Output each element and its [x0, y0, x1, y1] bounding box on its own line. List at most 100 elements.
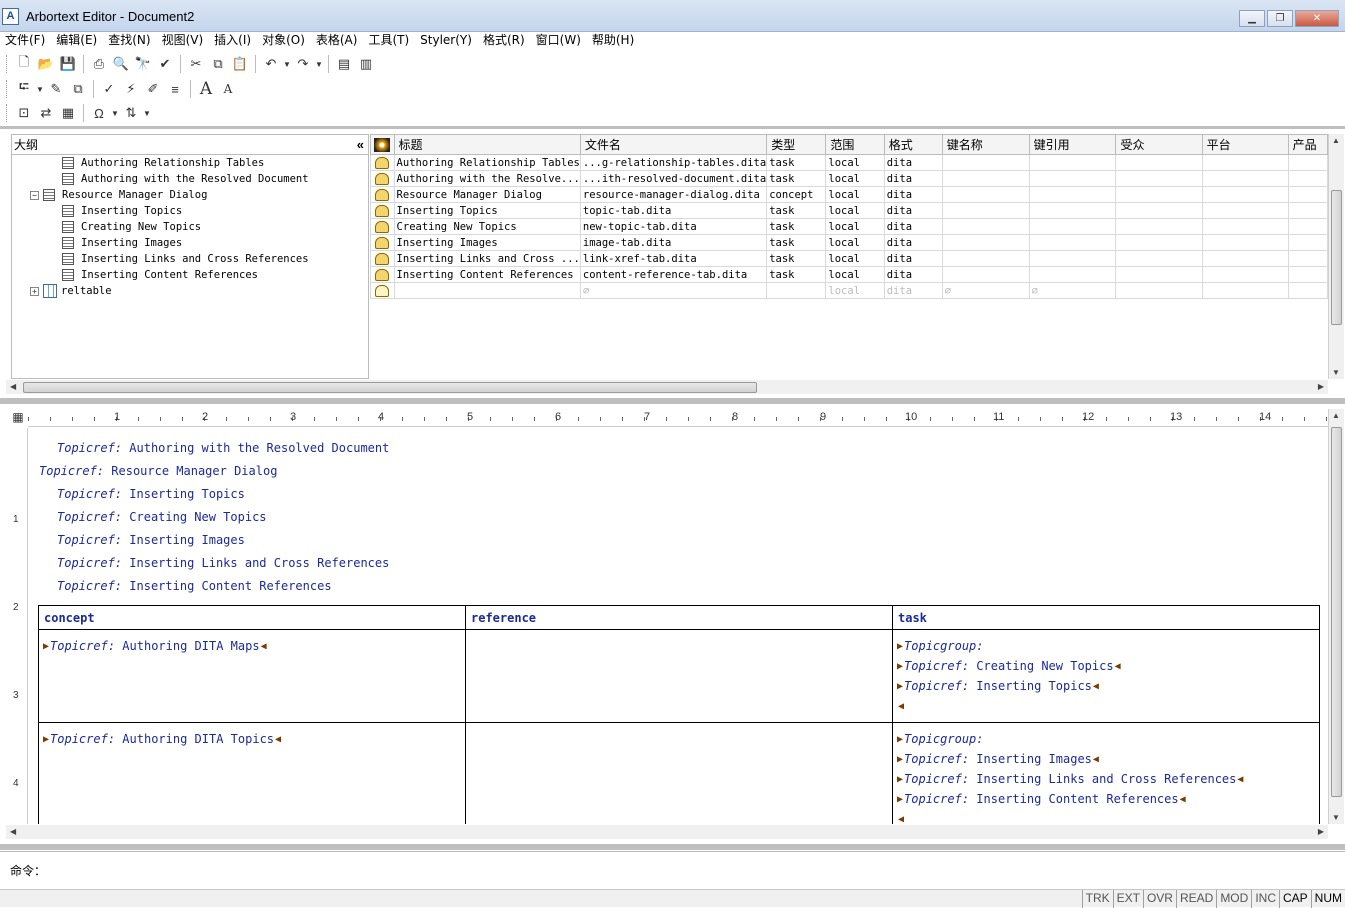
reltable-cell-task[interactable]: ▶ Topicgroup: ▶ Topicref: Creating New T… — [892, 629, 1320, 723]
modify-markup-icon[interactable]: ✎ — [45, 79, 67, 99]
reltable-header-task[interactable]: task — [892, 605, 1320, 630]
cell-filename[interactable]: ∅ — [579, 282, 768, 299]
column-header[interactable]: 平台 — [1201, 134, 1289, 155]
topicref-line[interactable]: Topicref: Inserting Links and Cross Refe… — [57, 556, 389, 570]
cell-scope[interactable]: local — [825, 266, 885, 283]
scrollbar-thumb[interactable] — [1331, 427, 1342, 797]
restore-button[interactable]: ❐ — [1267, 10, 1293, 27]
command-input[interactable] — [48, 858, 1328, 880]
save-icon[interactable]: 💾 — [57, 54, 79, 74]
close-button[interactable]: ✕ — [1295, 10, 1339, 27]
toolbar-grip[interactable] — [6, 80, 9, 98]
cell-keyname[interactable]: ∅ — [941, 282, 1030, 299]
scroll-left-icon[interactable]: ◀ — [10, 827, 16, 836]
cell-title[interactable]: Creating New Topics — [393, 218, 581, 235]
insert-table-icon[interactable]: ▦ — [57, 103, 79, 123]
cell-title[interactable] — [393, 282, 581, 299]
menu-object[interactable]: 对象(O) — [257, 32, 311, 51]
cell-keyref[interactable]: ∅ — [1028, 282, 1117, 299]
topicgroup-entry[interactable]: ▶ Topicgroup: — [897, 729, 1315, 749]
cell-audience[interactable] — [1115, 234, 1203, 251]
cell-keyref[interactable] — [1028, 186, 1117, 203]
cell-audience[interactable] — [1115, 266, 1203, 283]
cell-product[interactable] — [1287, 186, 1328, 203]
cell-keyname[interactable] — [941, 234, 1030, 251]
cell-audience[interactable] — [1115, 282, 1203, 299]
cell-filename[interactable]: resource-manager-dialog.dita — [579, 186, 768, 203]
table-row[interactable]: Inserting Images image-tab.dita task loc… — [370, 234, 1328, 251]
insert-graphic-icon[interactable]: ⊡ — [13, 103, 35, 123]
open-folder-icon[interactable]: 📂 — [35, 54, 57, 74]
cell-type[interactable]: task — [766, 266, 827, 283]
column-header[interactable]: 受众 — [1115, 134, 1203, 155]
menu-file[interactable]: 文件(F) — [0, 32, 51, 51]
editor-vertical-scrollbar[interactable]: ▲ ▼ — [1328, 409, 1344, 824]
menu-tools[interactable]: 工具(T) — [363, 32, 415, 51]
menu-window[interactable]: 窗口(W) — [531, 32, 587, 51]
tree-item[interactable]: Inserting Images — [12, 235, 368, 251]
cell-scope[interactable]: local — [825, 250, 885, 267]
topicref-entry[interactable]: ▶ Topicref: Inserting Links and Cross Re… — [897, 769, 1315, 789]
menu-edit[interactable]: 编辑(E) — [51, 32, 103, 51]
spellcheck-icon[interactable]: ✔ — [154, 54, 176, 74]
format-icon[interactable]: ≡ — [164, 79, 186, 99]
cell-product[interactable] — [1287, 234, 1328, 251]
cell-audience[interactable] — [1115, 186, 1203, 203]
print-icon[interactable]: ⎙ — [88, 54, 110, 74]
cell-type[interactable]: task — [766, 170, 827, 187]
cell-type[interactable]: concept — [766, 186, 827, 203]
cell-title[interactable]: Inserting Links and Cross ... — [393, 250, 581, 267]
cell-scope[interactable]: local — [825, 202, 885, 219]
cell-product[interactable] — [1287, 154, 1328, 171]
menu-format[interactable]: 格式(R) — [478, 32, 531, 51]
scroll-down-icon[interactable]: ▼ — [1332, 813, 1340, 822]
reltable-cell-task[interactable]: ▶ Topicgroup: ▶ Topicref: Inserting Imag… — [892, 722, 1320, 824]
cell-keyname[interactable] — [941, 170, 1030, 187]
cell-keyref[interactable] — [1028, 170, 1117, 187]
cell-type[interactable]: task — [766, 234, 827, 251]
cell-product[interactable] — [1287, 282, 1328, 299]
copy-icon[interactable]: ⧉ — [207, 54, 229, 74]
tree-item[interactable]: Authoring with the Resolved Document — [12, 171, 368, 187]
minimize-button[interactable]: ▁ — [1239, 10, 1265, 27]
table-row[interactable]: Resource Manager Dialog resource-manager… — [370, 186, 1328, 203]
cell-keyname[interactable] — [941, 250, 1030, 267]
scroll-up-icon[interactable]: ▲ — [1332, 411, 1340, 420]
cell-platform[interactable] — [1201, 234, 1289, 251]
topicref-entry[interactable]: ▶ Topicref: Inserting Images ◀ — [897, 749, 1315, 769]
table-row[interactable]: Inserting Links and Cross ... link-xref-… — [370, 250, 1328, 267]
scroll-right-icon[interactable]: ▶ — [1318, 827, 1324, 836]
scrollbar-thumb[interactable] — [23, 382, 757, 393]
cell-scope[interactable]: local — [825, 154, 885, 171]
cell-format[interactable]: dita — [883, 282, 943, 299]
cell-product[interactable] — [1287, 266, 1328, 283]
undo-dropdown-icon[interactable]: ▼ — [282, 60, 292, 69]
topicref-line[interactable]: Topicref: Authoring with the Resolved Do… — [57, 441, 389, 455]
grid-header-icon-cell[interactable] — [370, 134, 395, 155]
cell-product[interactable] — [1287, 170, 1328, 187]
cell-audience[interactable] — [1115, 170, 1203, 187]
topicref-entry[interactable]: ▶ Topicref: Inserting Topics ◀ — [897, 676, 1315, 696]
insert-link-icon[interactable]: ⇄ — [35, 103, 57, 123]
column-header[interactable]: 文件名 — [579, 134, 768, 155]
cell-audience[interactable] — [1115, 250, 1203, 267]
command-splitter[interactable] — [0, 844, 1345, 850]
insert-markup-icon[interactable]: ⮓ — [13, 79, 35, 99]
table-grid-icon[interactable]: ▦ — [8, 408, 28, 426]
redo-icon[interactable]: ↷ — [292, 54, 314, 74]
topicref-entry[interactable]: ▶ Topicref: Authoring DITA Topics ◀ — [43, 729, 461, 749]
cell-format[interactable]: dita — [883, 170, 943, 187]
cell-platform[interactable] — [1201, 170, 1289, 187]
cell-platform[interactable] — [1201, 250, 1289, 267]
menu-insert[interactable]: 插入(I) — [209, 32, 257, 51]
cell-platform[interactable] — [1201, 154, 1289, 171]
cell-scope[interactable]: local — [825, 234, 885, 251]
cell-title[interactable]: Authoring Relationship Tables — [393, 154, 581, 171]
cell-title[interactable]: Inserting Images — [393, 234, 581, 251]
cell-keyref[interactable] — [1028, 266, 1117, 283]
undo-icon[interactable]: ↶ — [260, 54, 282, 74]
scroll-up-icon[interactable]: ▲ — [1332, 136, 1340, 145]
table-row[interactable]: Inserting Content References content-ref… — [370, 266, 1328, 283]
cut-icon[interactable]: ✂ — [185, 54, 207, 74]
reltable-header-concept[interactable]: concept — [38, 605, 466, 630]
